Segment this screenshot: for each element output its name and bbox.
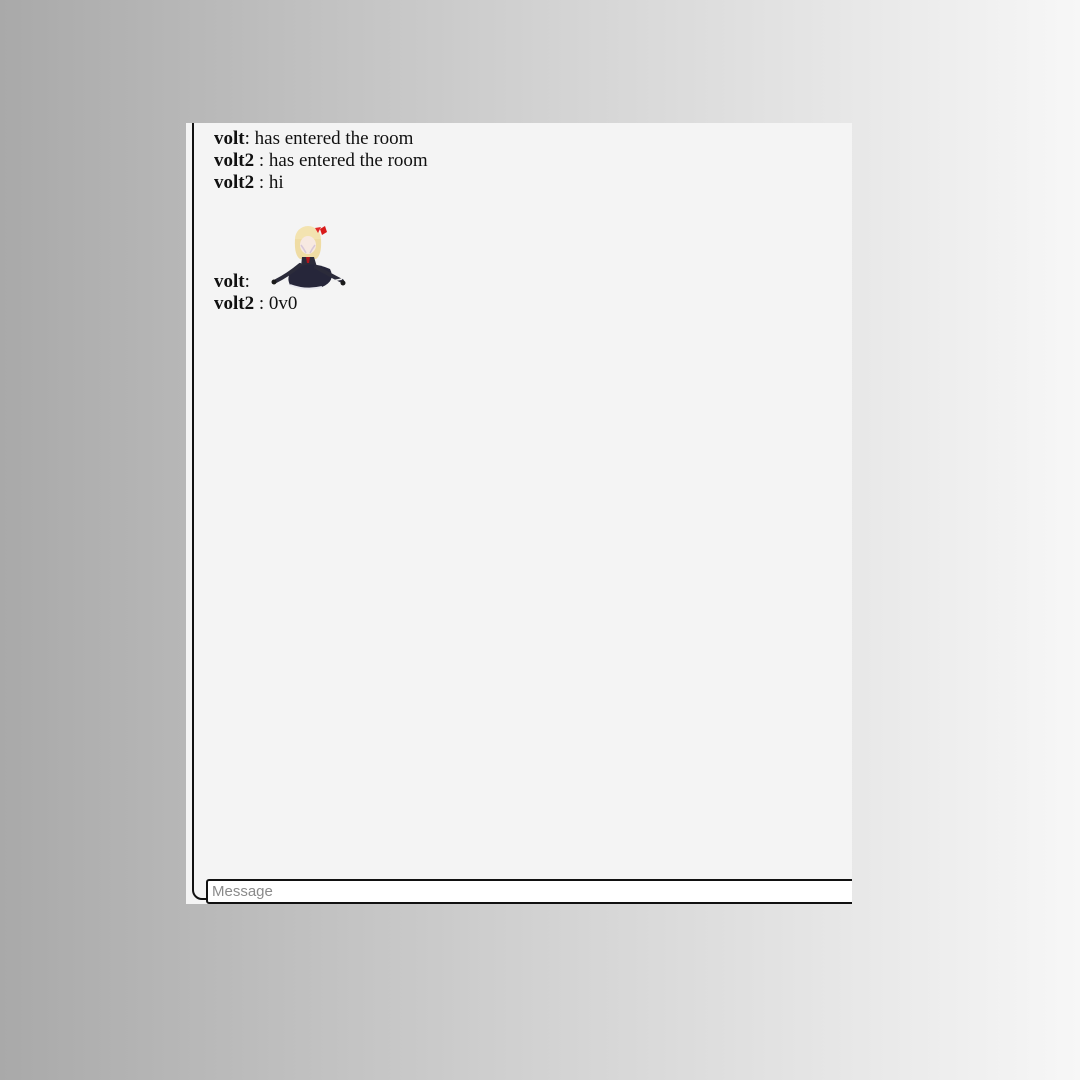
message-username: volt [214,128,245,149]
message-separator: : [254,172,265,193]
message-row: volt2 : has entered the room [214,150,852,172]
message-text: hi [264,172,284,193]
message-input[interactable] [206,879,852,904]
chat-panel: volt: has entered the room volt2 : has e… [192,123,852,900]
message-list[interactable]: volt: has entered the room volt2 : has e… [214,128,852,315]
message-username: volt2 [214,150,255,171]
chat-window: volt: has entered the room volt2 : has e… [186,123,852,904]
chibi-character-sticker [271,226,346,290]
message-text: has entered the room [249,128,414,149]
message-row: volt: [214,218,852,293]
message-username: volt2 [214,293,255,314]
message-text: has entered the room [264,150,428,171]
message-username: volt [214,271,245,292]
message-separator: : [254,293,265,314]
message-text: 0v0 [264,293,298,314]
message-row: volt2 : hi [214,172,852,194]
message-separator: : [254,150,265,171]
message-row: volt: has entered the room [214,128,852,150]
message-row: volt2 : 0v0 [214,293,852,315]
message-separator: : [244,271,250,292]
message-username: volt2 [214,172,255,193]
